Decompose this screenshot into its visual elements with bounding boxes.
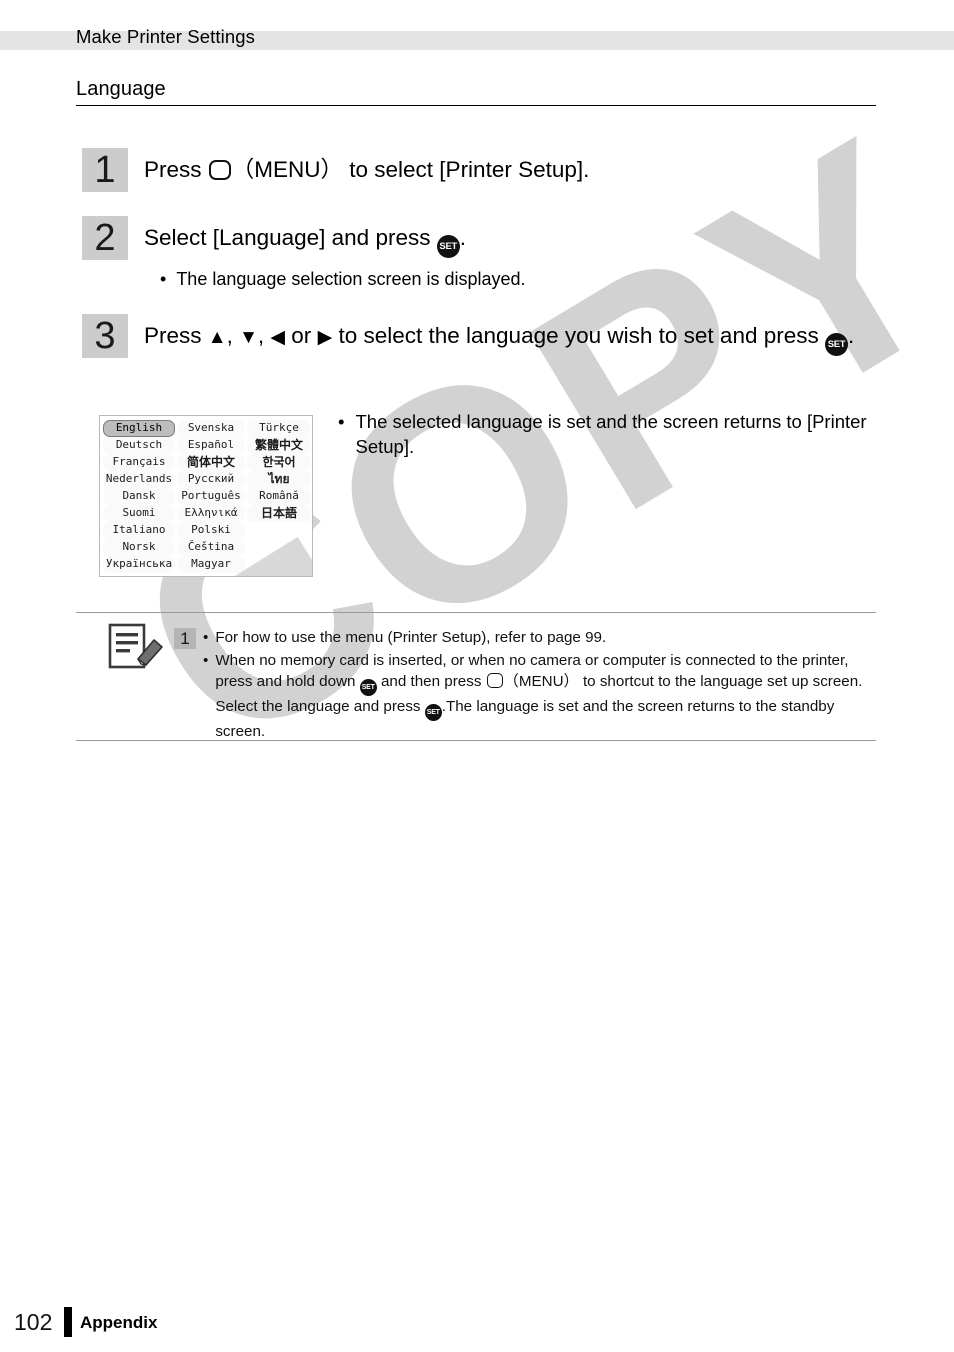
step-3-text-b: to select the language you wish to set a…	[332, 323, 758, 348]
menu-button-icon	[486, 673, 503, 688]
note-bullet: • When no memory card is inserted, or whe…	[203, 650, 875, 743]
step-3-result-bullet: • The selected language is set and the s…	[338, 409, 868, 459]
step-3-sep-2: ,	[257, 323, 271, 348]
language-option[interactable]: Magyar	[177, 556, 245, 573]
note-text-run: and then press	[376, 673, 486, 690]
step-3-text-a: Press	[144, 323, 208, 348]
language-option[interactable]: English	[103, 420, 175, 437]
note-bullet: • For how to use the menu (Printer Setup)…	[203, 627, 875, 649]
language-option[interactable]: Español	[177, 437, 245, 454]
bullet-dot-icon: •	[203, 651, 209, 669]
language-option[interactable]: Français	[103, 454, 175, 471]
note-bullet-text: For how to use the menu (Printer Setup),…	[215, 627, 875, 649]
language-option[interactable]: Dansk	[103, 488, 175, 505]
language-selection-screen-figure: English Svenska Türkçe Deutsch Español 繁體中文 Fr…	[99, 415, 313, 577]
note-badge-number: 1	[174, 628, 196, 649]
language-option[interactable]: Nederlands	[103, 471, 175, 488]
step-2-number: 2	[82, 216, 128, 260]
step-3-number: 3	[82, 314, 128, 358]
language-option[interactable]: 繁體中文	[247, 437, 311, 454]
step-1-text-before: Press	[144, 157, 208, 182]
note-bullet-text: When no memory card is inserted, or when…	[215, 650, 875, 743]
step-3-text-c: press	[763, 323, 826, 348]
step-3-result-text: The selected language is set and the scr…	[355, 411, 867, 457]
set-button-icon: SET	[359, 679, 377, 696]
footer-page-number: 102	[14, 1309, 53, 1335]
set-button-icon: SET	[825, 333, 849, 356]
menu-button-icon	[208, 160, 231, 180]
note-divider-top	[76, 612, 876, 613]
bullet-dot-icon: •	[160, 269, 167, 289]
language-option-empty	[247, 522, 311, 539]
memo-pencil-icon	[108, 623, 166, 669]
step-3-body: Press ▲, ▼, ◀ or ▶ to select the languag…	[144, 319, 954, 356]
language-option[interactable]: 简体中文	[177, 454, 245, 471]
language-option[interactable]: ไทย	[247, 471, 311, 488]
step-2-text-after: .	[459, 225, 466, 250]
language-option[interactable]: Українська	[103, 556, 175, 573]
section-divider	[76, 105, 876, 106]
step-1-body: Press （MENU） to select [Printer Setup].	[144, 153, 954, 186]
language-option[interactable]: Svenska	[177, 420, 245, 437]
arrow-down-icon: ▼	[239, 327, 258, 348]
section-title: Language	[76, 78, 166, 100]
language-option[interactable]: Polski	[177, 522, 245, 539]
language-option[interactable]: Română	[247, 488, 311, 505]
language-option[interactable]: Italiano	[103, 522, 175, 539]
arrow-up-icon: ▲	[207, 327, 227, 348]
footer-rule-mark	[64, 1307, 72, 1337]
step-2-bullet: • The language selection screen is displ…	[160, 266, 954, 292]
language-option[interactable]: Deutsch	[103, 437, 175, 454]
note-body: • For how to use the menu (Printer Setup)…	[203, 627, 875, 744]
language-option[interactable]: 한국어	[247, 454, 311, 471]
language-option[interactable]: Čeština	[177, 539, 245, 556]
step-1-text-after: （MENU） to select [Printer Setup].	[231, 157, 590, 182]
bullet-dot-icon: •	[203, 629, 209, 646]
language-option[interactable]: Русский	[177, 471, 245, 488]
arrow-left-icon: ◀	[270, 327, 286, 348]
language-option[interactable]: Português	[177, 488, 245, 505]
step-3-sep-1: ,	[226, 323, 240, 348]
running-header-title: Make Printer Settings	[76, 26, 255, 47]
bullet-dot-icon: •	[338, 411, 345, 432]
arrow-right-icon: ▶	[317, 327, 333, 348]
step-1-number: 1	[82, 148, 128, 192]
language-option[interactable]: Norsk	[103, 539, 175, 556]
step-2-bullet-text: The language selection screen is display…	[176, 269, 526, 289]
language-option[interactable]: Suomi	[103, 505, 175, 522]
language-option[interactable]: Türkçe	[247, 420, 311, 437]
step-2-text-before: Select [Language] and press	[144, 225, 437, 250]
footer-section-label: Appendix	[80, 1313, 158, 1332]
step-2-body: Select [Language] and press SET. • The l…	[144, 221, 954, 292]
set-button-icon: SET	[424, 704, 442, 721]
language-option[interactable]: 日本語	[247, 505, 311, 522]
page-content: Make Printer Settings Language 1 Press （…	[0, 0, 954, 1352]
step-3-text-d: .	[848, 323, 855, 348]
note-text-run: For how to use the menu (Printer Setup),…	[215, 629, 607, 646]
step-3-sep-3: or	[285, 323, 318, 348]
language-option[interactable]: Ελληνικά	[177, 505, 245, 522]
note-divider-bottom	[76, 740, 876, 741]
set-button-icon: SET	[436, 235, 460, 258]
